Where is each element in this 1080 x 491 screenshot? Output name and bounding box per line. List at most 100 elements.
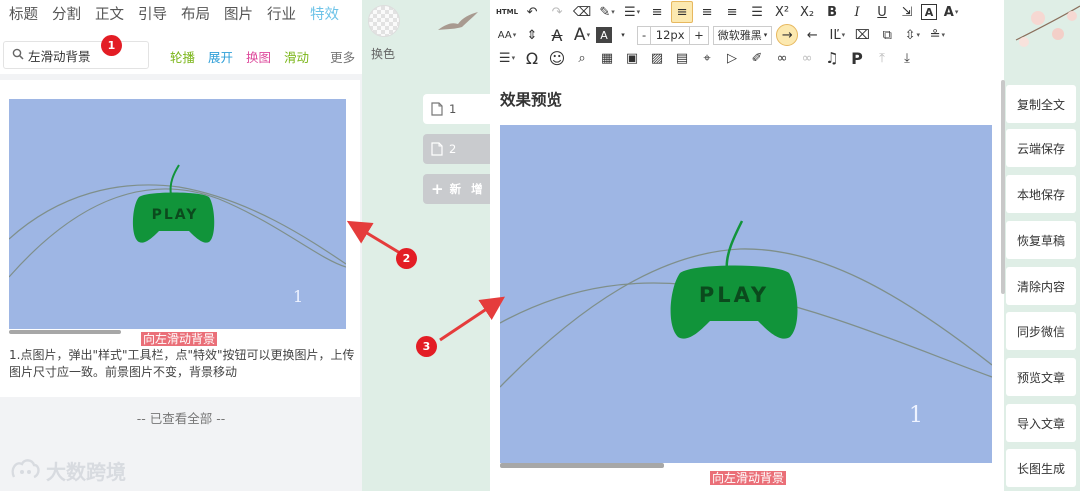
add-page-button[interactable]: + 新 增: [423, 174, 490, 204]
format-painter-icon[interactable]: ✎ ▾: [596, 1, 618, 23]
align-justify-icon[interactable]: ☰: [746, 1, 768, 23]
clear-format-icon[interactable]: ⌫: [571, 1, 593, 23]
subtab-expand[interactable]: 展开: [208, 47, 233, 66]
align-right-icon[interactable]: ≡: [721, 1, 743, 23]
underline-icon[interactable]: U: [871, 1, 893, 23]
cloud-save-button[interactable]: 云端保存: [1006, 129, 1076, 167]
tab-title[interactable]: 标题: [9, 3, 38, 24]
font-color-icon[interactable]: A ▾: [571, 24, 593, 46]
list-icon[interactable]: ☰ ▾: [621, 1, 643, 23]
tab-industry[interactable]: 行业: [267, 3, 296, 24]
font-family-select[interactable]: 微软雅黑 ▾: [712, 25, 773, 45]
bold-icon[interactable]: B: [821, 1, 843, 23]
effect-name-label: 向左滑动背景: [710, 471, 787, 485]
link-icon[interactable]: ∞: [771, 47, 793, 69]
tab-guide[interactable]: 引导: [138, 3, 167, 24]
insert-box-icon[interactable]: ▤: [671, 47, 693, 69]
table-icon[interactable]: ▦: [596, 47, 618, 69]
editor-vertical-scrollbar[interactable]: [1001, 80, 1005, 294]
text-effect-icon[interactable]: A ▾: [940, 1, 962, 23]
subtab-carousel[interactable]: 轮播: [170, 47, 195, 66]
paragraph-format-icon[interactable]: ☰ ▾: [496, 47, 518, 69]
subtab-swap-image[interactable]: 换图: [246, 47, 271, 66]
copy-all-button[interactable]: 复制全文: [1006, 85, 1076, 123]
document-icon: [431, 142, 443, 156]
html-source-icon[interactable]: HTML: [496, 1, 518, 23]
highlight-dropdown-icon[interactable]: ▾: [612, 24, 634, 46]
clear-style-icon[interactable]: ⌧: [851, 24, 873, 46]
preview-scrollbar[interactable]: [500, 463, 664, 468]
indent-icon[interactable]: ⇲: [896, 1, 918, 23]
subscript-icon[interactable]: X₂: [796, 1, 818, 23]
search-box: [3, 41, 149, 69]
template-description: 1.点图片，弹出"样式"工具栏，点"特效"按钮可以更换图片，上传图片尺寸应一致。…: [9, 348, 355, 379]
template-preview-image[interactable]: PLAY 1: [9, 99, 346, 329]
highlight-color-icon[interactable]: A: [596, 27, 612, 43]
font-size-decrease-button[interactable]: -: [637, 25, 652, 45]
local-save-button[interactable]: 本地保存: [1006, 175, 1076, 213]
tab-layout[interactable]: 布局: [181, 3, 210, 24]
page-item-2[interactable]: 2: [423, 134, 490, 164]
map-icon[interactable]: ⌖: [696, 47, 718, 69]
unlink-icon[interactable]: ∞: [796, 47, 818, 69]
toolbar-row-2: AA ▾ ⇕ A A ▾ A ▾ - 12px + 微软雅黑 ▾ → ← IĽ ▾ ⌧ …: [496, 24, 951, 46]
strikethrough-icon[interactable]: A: [546, 24, 568, 46]
search-replace-icon[interactable]: ⌕: [571, 47, 593, 69]
superscript-icon[interactable]: X²: [771, 1, 793, 23]
tab-divider[interactable]: 分割: [52, 3, 81, 24]
subtab-more[interactable]: 更多: [330, 47, 355, 66]
search-input[interactable]: [28, 46, 146, 64]
align-center-icon[interactable]: ≡: [696, 1, 718, 23]
forward-icon[interactable]: →: [776, 24, 799, 46]
copy-style-icon[interactable]: ⧉: [876, 24, 898, 46]
row-spacing-icon[interactable]: ⇳ ▾: [901, 24, 923, 46]
scroll-bottom-icon[interactable]: ⤓: [896, 47, 918, 69]
page-number: 2: [449, 142, 457, 156]
sync-wechat-button[interactable]: 同步微信: [1006, 312, 1076, 350]
subtab-slide[interactable]: 滑动: [284, 47, 309, 66]
special-char-icon[interactable]: Ω: [521, 47, 543, 69]
tab-body[interactable]: 正文: [95, 3, 124, 24]
text-align-dropdown-icon[interactable]: ≗ ▾: [926, 24, 948, 46]
emoji-icon[interactable]: ☺: [546, 47, 568, 69]
flower-decoration-icon: [1015, 5, 1080, 47]
restore-draft-button[interactable]: 恢复草稿: [1006, 221, 1076, 259]
viewed-all-text: -- 已查看全部 --: [136, 411, 226, 426]
insert-text-icon[interactable]: IĽ ▾: [826, 24, 848, 46]
brush-icon[interactable]: ✐: [746, 47, 768, 69]
paragraph-spacing-icon[interactable]: ⇕: [521, 24, 543, 46]
align-left-icon[interactable]: ≡: [671, 1, 694, 23]
line-height-icon[interactable]: ≡: [646, 1, 668, 23]
music-icon[interactable]: ♫: [821, 47, 843, 69]
paragraph-icon[interactable]: P: [846, 47, 868, 69]
redo-icon[interactable]: ↷: [546, 1, 568, 23]
letter-spacing-icon[interactable]: AA ▾: [496, 24, 518, 46]
text-border-icon[interactable]: A: [921, 4, 938, 20]
image-icon[interactable]: ▣: [621, 47, 643, 69]
color-swap-label: 换色: [371, 47, 396, 61]
import-article-button[interactable]: 导入文章: [1006, 404, 1076, 442]
tab-image[interactable]: 图片: [224, 3, 253, 24]
tab-effects[interactable]: 特效: [310, 3, 339, 24]
preview-scrollbar[interactable]: [9, 330, 121, 334]
back-icon[interactable]: ←: [801, 24, 823, 46]
add-page-label: 新 增: [449, 182, 486, 196]
watermark: 大数跨境: [10, 456, 126, 485]
font-family-value: 微软雅黑: [717, 29, 762, 42]
effect-preview-image[interactable]: PLAY 1: [500, 125, 992, 463]
preview-article-button[interactable]: 预览文章: [1006, 358, 1076, 396]
font-size-increase-button[interactable]: +: [689, 25, 709, 45]
clear-content-button[interactable]: 清除内容: [1006, 267, 1076, 305]
scroll-top-icon[interactable]: ⤒: [871, 47, 893, 69]
toolbar-row-3: ☰ ▾ Ω ☺ ⌕ ▦ ▣ ▨ ▤ ⌖ ▷ ✐ ∞ ∞ ♫ P ⤒ ⤓: [496, 47, 921, 69]
undo-icon[interactable]: ↶: [521, 1, 543, 23]
font-size-field[interactable]: 12px: [651, 25, 690, 45]
video-icon[interactable]: ▷: [721, 47, 743, 69]
long-image-button[interactable]: 长图生成: [1006, 449, 1076, 487]
preview-number: 1: [293, 287, 303, 306]
page-item-1[interactable]: 1: [423, 94, 490, 124]
background-icon[interactable]: ▨: [646, 47, 668, 69]
color-swap-button[interactable]: [368, 5, 400, 37]
italic-icon[interactable]: I: [846, 1, 868, 23]
annotation-badge-3: 3: [416, 336, 437, 357]
